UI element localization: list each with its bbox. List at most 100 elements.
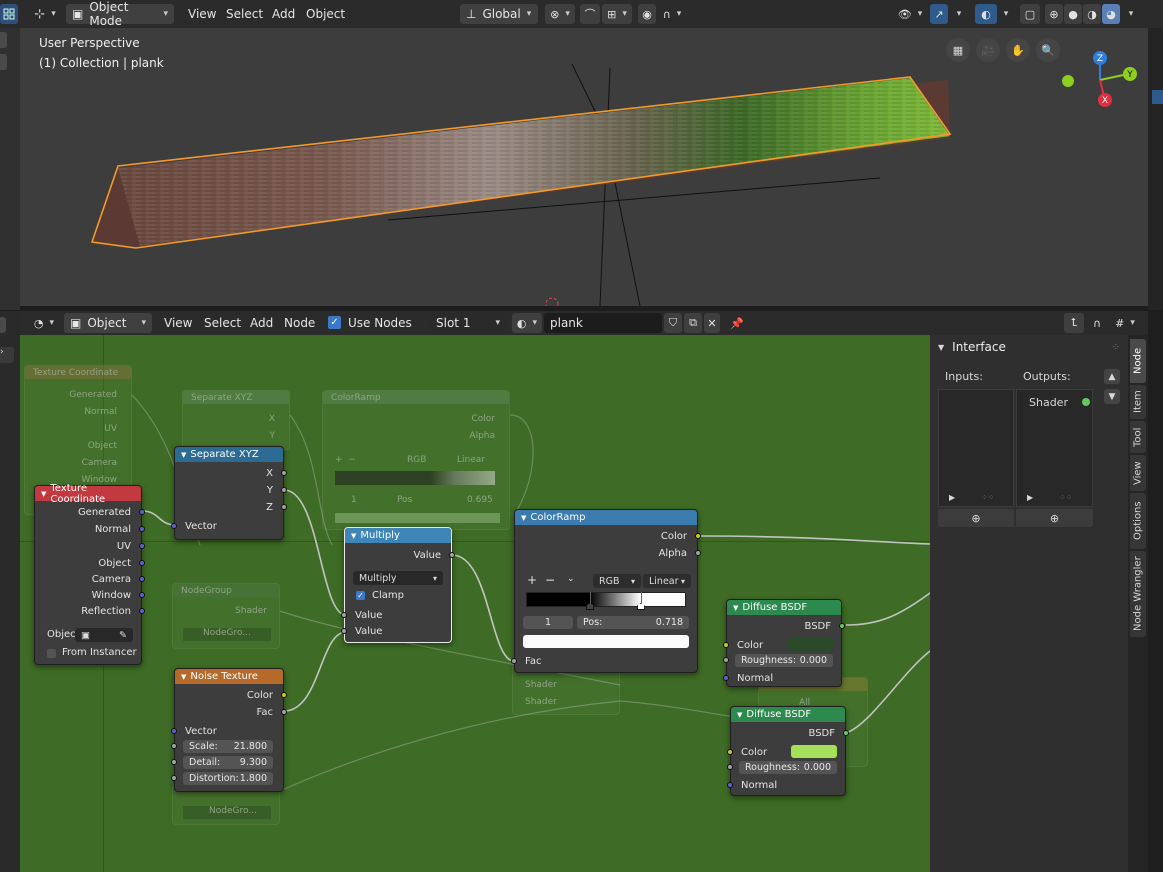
ramp-menu-icon[interactable]: ⌄ bbox=[567, 574, 575, 584]
tab-node-wrangler[interactable]: Node Wrangler bbox=[1130, 551, 1146, 637]
clamp-checkbox[interactable]: ✓ bbox=[356, 591, 365, 600]
node-separate-xyz[interactable]: ▼ Separate XYZ X Y Z Vector bbox=[171, 446, 287, 540]
falloff-icon[interactable]: ∩ ▾ bbox=[658, 4, 686, 24]
socket-generated[interactable] bbox=[139, 509, 145, 515]
socket-y[interactable] bbox=[281, 487, 287, 493]
socket-object[interactable] bbox=[139, 560, 145, 566]
node-editor-type-icon[interactable]: ◔ ▾ bbox=[28, 313, 60, 333]
collapse-triangle-icon[interactable]: ▼ bbox=[521, 514, 526, 522]
socket-normal-in[interactable] bbox=[727, 782, 733, 788]
add-stop-icon[interactable]: + bbox=[527, 573, 537, 587]
node-menu-node[interactable]: Node bbox=[278, 313, 321, 333]
socket-color-out[interactable] bbox=[695, 533, 701, 539]
socket-value-in-1[interactable] bbox=[341, 612, 347, 618]
collapse-triangle-icon[interactable]: ▼ bbox=[938, 343, 944, 352]
3d-viewport[interactable]: User Perspective (1) Collection | plank bbox=[20, 28, 1148, 306]
detail-field[interactable]: Detail: 9.300 bbox=[183, 756, 273, 769]
socket-bsdf-out[interactable] bbox=[839, 623, 845, 629]
camera-view-icon[interactable]: 🎥 bbox=[976, 38, 1000, 62]
node-header[interactable]: ▼ ColorRamp bbox=[515, 510, 697, 525]
position-field[interactable]: Pos: 0.718 bbox=[577, 616, 689, 629]
snap-magnet-icon[interactable]: ∩ bbox=[1088, 313, 1106, 333]
socket-window[interactable] bbox=[139, 592, 145, 598]
mode-dropdown[interactable]: ▣ Object Mode ▾ bbox=[66, 0, 174, 28]
menu-add[interactable]: Add bbox=[266, 4, 301, 24]
slot-dropdown[interactable]: Slot 1 ▾ bbox=[430, 313, 506, 333]
unlink-close-icon[interactable]: ✕ bbox=[704, 313, 720, 333]
roughness-field[interactable]: Roughness: 0.000 bbox=[735, 654, 833, 667]
add-input-button[interactable]: ⊕ bbox=[938, 509, 1014, 527]
tab-tool[interactable]: Tool bbox=[1130, 421, 1146, 453]
perspective-grid-icon[interactable]: ▦ bbox=[946, 38, 970, 62]
node-texture-coordinate[interactable]: ▼ Texture Coordinate Generated Normal UV … bbox=[34, 483, 145, 665]
color-mode-dropdown[interactable]: RGB ▾ bbox=[593, 574, 641, 588]
operation-dropdown[interactable]: Multiply ▾ bbox=[353, 571, 443, 585]
eyedropper-icon[interactable]: ✎ bbox=[119, 630, 127, 641]
tab-view[interactable]: View bbox=[1130, 455, 1146, 491]
stop-color-swatch[interactable] bbox=[523, 635, 689, 648]
zoom-icon[interactable]: 🔍 bbox=[1036, 38, 1060, 62]
editor-type-icon[interactable] bbox=[0, 4, 18, 24]
gizmo-toggle-icon[interactable]: ↗ bbox=[930, 4, 948, 24]
parent-tree-icon[interactable]: ⮤ bbox=[1064, 313, 1084, 333]
socket-detail-in[interactable] bbox=[171, 759, 177, 765]
material-browse-icon[interactable]: ◐ ▾ bbox=[512, 313, 542, 333]
overlays-menu-icon[interactable]: ▾ bbox=[998, 4, 1014, 24]
overlays-toggle-icon[interactable]: ◐ bbox=[975, 4, 997, 24]
move-up-button[interactable]: ▲ bbox=[1104, 369, 1120, 384]
axis-gizmo[interactable]: Z Y X bbox=[1060, 48, 1140, 128]
socket-distortion-in[interactable] bbox=[171, 775, 177, 781]
collapse-triangle-icon[interactable]: ▼ bbox=[181, 673, 186, 681]
socket-roughness-in[interactable] bbox=[723, 657, 729, 663]
orientation-dropdown[interactable]: ⊥ Global ▾ bbox=[460, 4, 538, 24]
inputs-list[interactable]: ▶ ⁘⁘ bbox=[938, 389, 1014, 507]
collapse-triangle-icon[interactable]: ▼ bbox=[181, 451, 186, 459]
socket-alpha-out[interactable] bbox=[695, 550, 701, 556]
menu-select[interactable]: Select bbox=[220, 4, 269, 24]
add-output-button[interactable]: ⊕ bbox=[1016, 509, 1093, 527]
fake-user-shield-icon[interactable]: ⛉ bbox=[664, 313, 682, 333]
socket-color-in[interactable] bbox=[723, 642, 729, 648]
socket-roughness-in[interactable] bbox=[727, 764, 733, 770]
toolbar-handle[interactable] bbox=[0, 317, 6, 333]
snap-toggle-icon[interactable]: ⌒ bbox=[580, 4, 600, 24]
scale-field[interactable]: Scale: 21.800 bbox=[183, 740, 273, 753]
toolbar-handle[interactable] bbox=[0, 32, 7, 48]
collapse-triangle-icon[interactable]: ▼ bbox=[733, 604, 738, 612]
pan-hand-icon[interactable]: ✋ bbox=[1006, 38, 1030, 62]
proportional-edit-icon[interactable]: ◉ bbox=[638, 4, 656, 24]
socket-camera[interactable] bbox=[139, 576, 145, 582]
node-diffuse-bsdf-1[interactable]: ▼ Diffuse BSDF BSDF Color Roughness: 0.000… bbox=[723, 599, 845, 687]
tab-options[interactable]: Options bbox=[1130, 493, 1146, 549]
toolbar-handle[interactable] bbox=[0, 54, 7, 70]
node-header[interactable]: ▼ Texture Coordinate bbox=[35, 483, 141, 505]
color-swatch[interactable] bbox=[791, 745, 837, 758]
roughness-field[interactable]: Roughness: 0.000 bbox=[739, 761, 837, 774]
distortion-field[interactable]: Distortion: 1.800 bbox=[183, 772, 273, 785]
move-down-button[interactable]: ▼ bbox=[1104, 389, 1120, 404]
menu-object[interactable]: Object bbox=[300, 4, 351, 24]
shading-menu-icon[interactable]: ▾ bbox=[1122, 4, 1140, 24]
color-ramp-bar[interactable] bbox=[526, 592, 686, 607]
socket-normal[interactable] bbox=[139, 526, 145, 532]
material-shading-icon[interactable]: ◑ bbox=[1083, 4, 1101, 24]
solid-shading-icon[interactable]: ● bbox=[1064, 4, 1082, 24]
socket-fac-out[interactable] bbox=[281, 709, 287, 715]
node-menu-select[interactable]: Select bbox=[198, 313, 247, 333]
socket-value-out[interactable] bbox=[449, 552, 455, 558]
node-diffuse-bsdf-2[interactable]: ▼ Diffuse BSDF BSDF Color Roughness: 0.000… bbox=[727, 706, 849, 796]
pin-icon[interactable]: 📌 bbox=[728, 313, 746, 333]
outputs-list[interactable]: Shader ▶ ⁘⁘ bbox=[1016, 389, 1093, 507]
tab-item[interactable]: Item bbox=[1130, 385, 1146, 419]
node-header[interactable]: ▼ Separate XYZ bbox=[175, 447, 283, 462]
socket-uv[interactable] bbox=[139, 543, 145, 549]
remove-stop-icon[interactable]: − bbox=[545, 573, 555, 587]
object-picker-field[interactable]: ▣ ✎ bbox=[75, 628, 133, 642]
output-item-shader[interactable]: Shader bbox=[1021, 394, 1090, 410]
color-swatch[interactable] bbox=[787, 638, 833, 651]
interface-panel-header[interactable]: ▼ Interface ⁘ bbox=[930, 335, 1128, 359]
socket-reflection[interactable] bbox=[139, 608, 145, 614]
node-canvas[interactable]: Texture Coordinate Generated Normal UV O… bbox=[20, 335, 930, 872]
socket-x[interactable] bbox=[281, 470, 287, 476]
use-nodes-checkbox[interactable]: ✓ bbox=[328, 316, 341, 329]
